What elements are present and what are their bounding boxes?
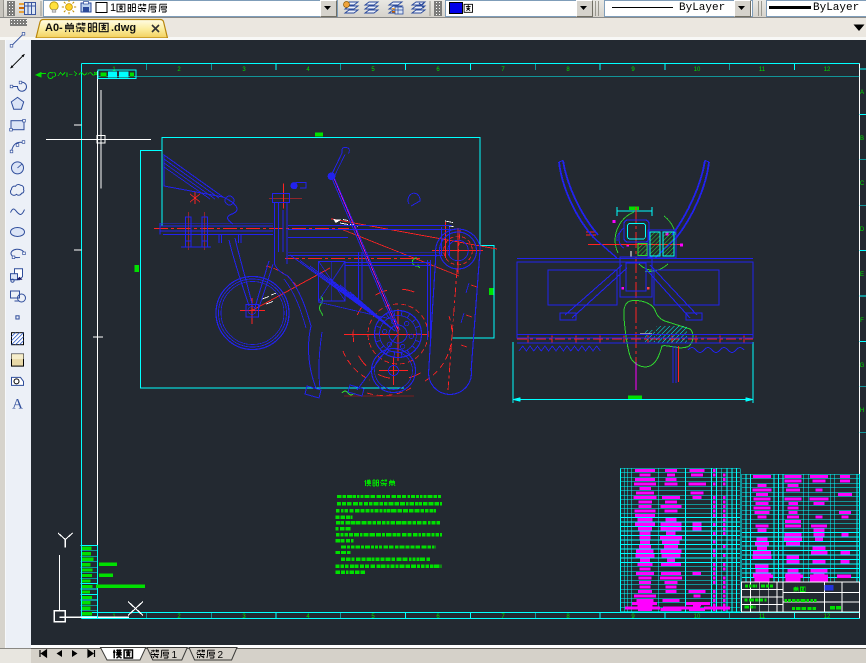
svg-text:10: 10 (694, 614, 701, 620)
svg-text:B: B (860, 136, 864, 142)
svg-text:6: 6 (436, 67, 440, 73)
svg-text:11: 11 (759, 614, 766, 620)
svg-text:E: E (860, 272, 864, 278)
svg-text:1: 1 (172, 650, 178, 661)
svg-text:9: 9 (631, 67, 635, 73)
svg-text:H: H (860, 408, 864, 414)
svg-text:12: 12 (824, 67, 831, 73)
svg-text:6: 6 (436, 614, 440, 620)
svg-text:A: A (860, 90, 864, 96)
svg-text:7: 7 (501, 67, 505, 73)
svg-text:11: 11 (759, 67, 766, 73)
svg-text:3: 3 (242, 614, 246, 620)
svg-text:G: G (860, 363, 865, 369)
svg-text:10: 10 (694, 67, 701, 73)
svg-text:F: F (860, 318, 864, 324)
svg-text:8: 8 (566, 67, 570, 73)
svg-text:5: 5 (371, 67, 375, 73)
svg-text:12: 12 (824, 614, 831, 620)
svg-text:2: 2 (177, 67, 181, 73)
svg-text:2: 2 (177, 614, 181, 620)
svg-text:C: C (860, 181, 865, 187)
svg-text:4: 4 (306, 67, 310, 73)
svg-text:D: D (860, 227, 865, 233)
svg-text:A: A (12, 396, 23, 412)
svg-text:3: 3 (242, 67, 246, 73)
svg-text:5: 5 (371, 614, 375, 620)
svg-text:2: 2 (218, 650, 224, 661)
svg-text:4: 4 (306, 614, 310, 620)
svg-text:7: 7 (501, 614, 505, 620)
svg-text:8: 8 (566, 614, 570, 620)
svg-text:9: 9 (631, 614, 635, 620)
